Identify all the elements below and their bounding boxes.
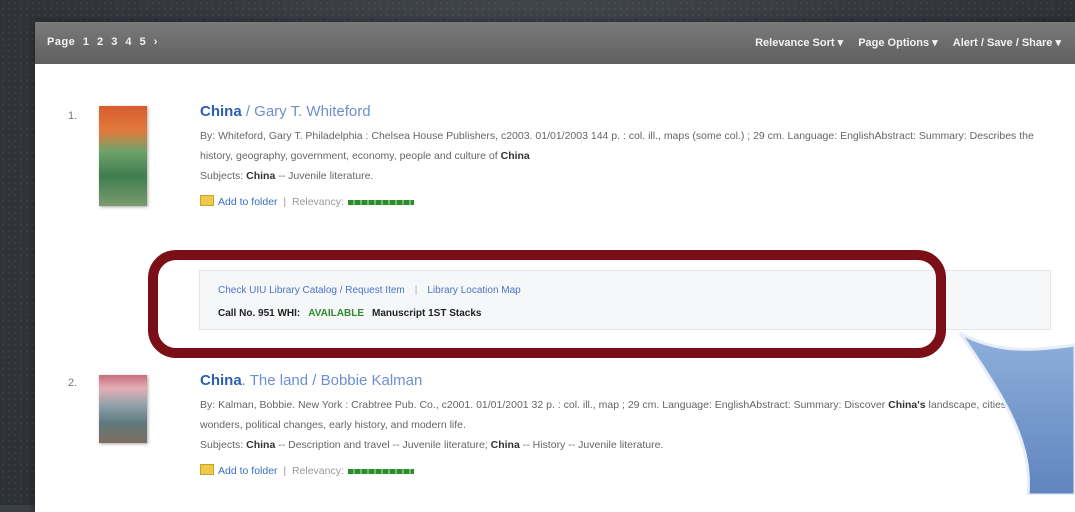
result-title-link[interactable]: China bbox=[200, 103, 242, 120]
result-author: . The land / Bobbie Kalman bbox=[241, 372, 423, 389]
result-title-link[interactable]: China bbox=[200, 372, 242, 389]
folder-icon bbox=[200, 464, 214, 475]
book-cover-image[interactable] bbox=[99, 375, 147, 443]
toolbar-menus: Relevance Sort ▾ Page Options ▾ Alert / … bbox=[743, 36, 1061, 49]
folder-icon bbox=[200, 195, 214, 206]
result-subjects: Subjects: China -- Juvenile literature. bbox=[200, 170, 374, 182]
result-details: By: Whiteford, Gary T. Philadelphia : Ch… bbox=[200, 130, 1034, 162]
page-link-5[interactable]: 5 bbox=[140, 36, 147, 48]
page-link-3[interactable]: 3 bbox=[111, 36, 118, 48]
relevance-sort-menu[interactable]: Relevance Sort ▾ bbox=[755, 37, 843, 49]
pager-label: Page bbox=[47, 36, 76, 48]
result-number: 1. bbox=[68, 110, 78, 122]
relevancy-label: Relevancy: bbox=[291, 465, 344, 477]
relevancy-bar bbox=[347, 199, 414, 205]
page-link-2[interactable]: 2 bbox=[97, 36, 104, 48]
result-subjects: Subjects: China -- Description and trave… bbox=[200, 439, 664, 451]
relevancy-label: Relevancy: bbox=[291, 196, 344, 208]
result-author: / Gary T. Whiteford bbox=[241, 103, 371, 120]
page-options-menu[interactable]: Page Options ▾ bbox=[858, 37, 937, 49]
add-to-folder-link[interactable]: Add to folder bbox=[218, 465, 278, 477]
add-to-folder-link[interactable]: Add to folder bbox=[218, 196, 278, 208]
subject-link[interactable]: China bbox=[246, 439, 275, 451]
next-page-link[interactable]: › bbox=[154, 36, 158, 48]
callout-pointer bbox=[958, 331, 1075, 495]
alert-save-share-menu[interactable]: Alert / Save / Share ▾ bbox=[953, 37, 1061, 49]
pagination: Page 1 2 3 4 5 › bbox=[47, 36, 162, 48]
book-cover-image[interactable] bbox=[99, 106, 147, 206]
result-details: By: Kalman, Bobbie. New York : Crabtree … bbox=[200, 399, 1010, 431]
subject-link[interactable]: China bbox=[246, 170, 275, 182]
highlight-outline bbox=[148, 250, 946, 358]
subject-link[interactable]: China bbox=[491, 439, 520, 451]
page-link-1[interactable]: 1 bbox=[83, 36, 90, 48]
result-number: 2. bbox=[68, 377, 78, 389]
results-toolbar: Page 1 2 3 4 5 › Relevance Sort ▾ Page O… bbox=[35, 22, 1075, 64]
relevancy-bar bbox=[347, 468, 414, 474]
page-link-4[interactable]: 4 bbox=[125, 36, 132, 48]
